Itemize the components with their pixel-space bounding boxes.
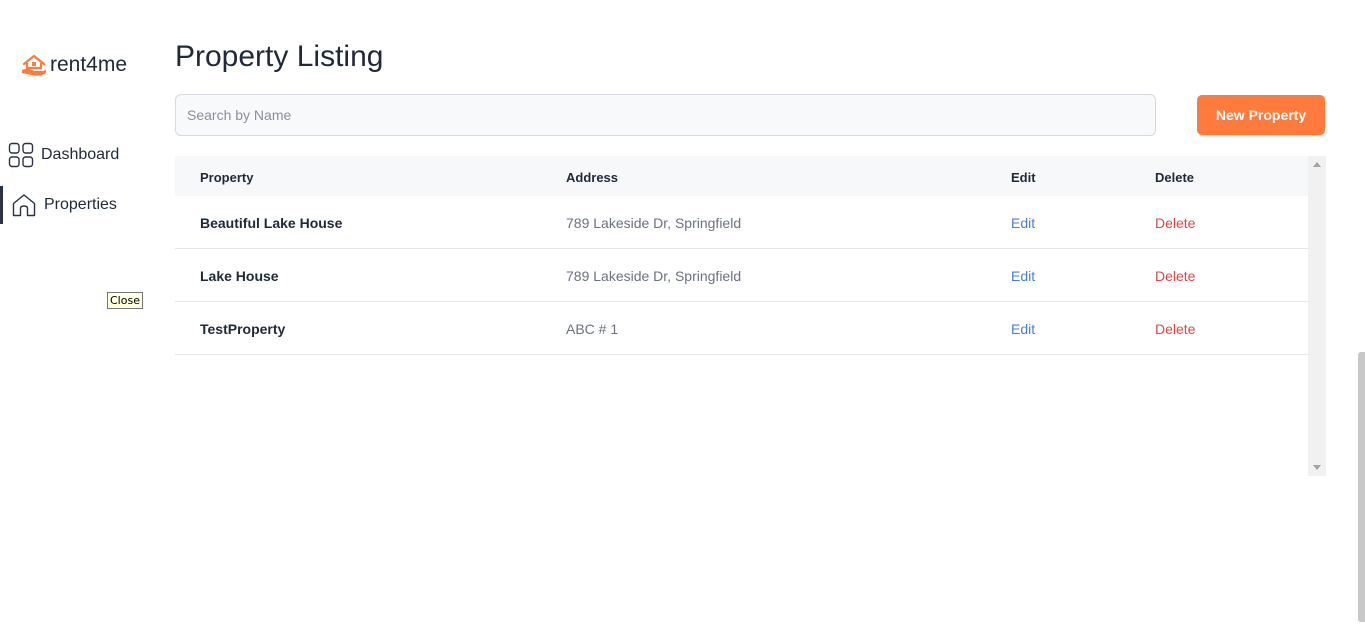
- search-input[interactable]: [175, 94, 1156, 136]
- table-row: Beautiful Lake House 789 Lakeside Dr, Sp…: [175, 196, 1308, 249]
- app-root: rent4me Dashboard Properties Close Prope…: [0, 0, 1365, 630]
- scroll-down-icon[interactable]: [1313, 465, 1321, 470]
- column-header-property: Property: [200, 170, 254, 185]
- sidebar-item-label: Dashboard: [41, 146, 120, 163]
- delete-link[interactable]: Delete: [1155, 268, 1195, 284]
- logo-text: rent4me: [50, 53, 128, 76]
- grid-icon: [8, 142, 34, 168]
- property-address: 789 Lakeside Dr, Springfield: [566, 215, 742, 231]
- edit-link[interactable]: Edit: [1011, 215, 1035, 231]
- table-header: Property Address Edit Delete: [175, 156, 1308, 196]
- table-row: TestProperty ABC # 1 Edit Delete: [175, 302, 1308, 355]
- close-tooltip: Close: [107, 292, 143, 309]
- delete-link[interactable]: Delete: [1155, 321, 1195, 337]
- delete-link[interactable]: Delete: [1155, 215, 1195, 231]
- property-name: Beautiful Lake House: [200, 215, 343, 231]
- column-header-delete: Delete: [1155, 170, 1195, 185]
- property-address: 789 Lakeside Dr, Springfield: [566, 268, 742, 284]
- sidebar-item-dashboard[interactable]: Dashboard: [8, 142, 119, 168]
- edit-link[interactable]: Edit: [1011, 321, 1035, 337]
- sidebar-item-properties[interactable]: Properties: [0, 186, 117, 224]
- property-address: ABC # 1: [566, 321, 619, 337]
- sidebar-item-label: Properties: [44, 196, 117, 213]
- scroll-up-icon[interactable]: [1313, 162, 1321, 167]
- logo[interactable]: rent4me: [20, 52, 127, 78]
- property-table: Property Address Edit Delete Beautiful L…: [175, 156, 1326, 476]
- table-row: Lake House 789 Lakeside Dr, Springfield …: [175, 249, 1308, 302]
- column-header-address: Address: [566, 170, 619, 185]
- edit-link[interactable]: Edit: [1011, 268, 1035, 284]
- page-scrollbar[interactable]: [1358, 352, 1365, 622]
- active-indicator: [0, 186, 3, 224]
- page-title: Property Listing: [175, 40, 384, 73]
- house-hand-logo-icon: [22, 54, 46, 76]
- property-name: TestProperty: [200, 321, 286, 337]
- property-name: Lake House: [200, 268, 279, 284]
- new-property-button[interactable]: New Property: [1197, 95, 1325, 135]
- table-scrollbar[interactable]: [1308, 156, 1326, 476]
- sidebar: rent4me Dashboard Properties Close: [0, 0, 160, 630]
- column-header-edit: Edit: [1011, 170, 1036, 185]
- home-icon: [12, 194, 36, 217]
